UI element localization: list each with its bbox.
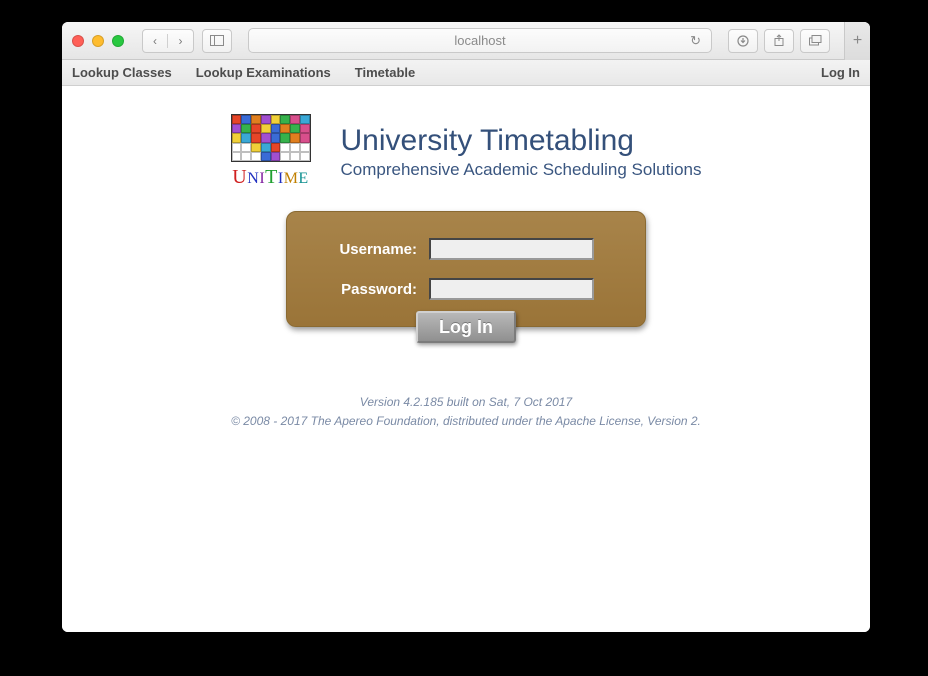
menu-timetable[interactable]: Timetable	[355, 65, 415, 80]
page-footer: Version 4.2.185 built on Sat, 7 Oct 2017…	[231, 393, 701, 431]
password-input[interactable]	[429, 278, 594, 300]
page-titles: University Timetabling Comprehensive Aca…	[341, 124, 702, 180]
logo-wordmark: UNITIME	[232, 166, 308, 189]
login-box-wrap: Username: Password: Log In	[286, 211, 646, 343]
login-submit-button[interactable]: Log In	[416, 311, 516, 343]
login-box: Username: Password:	[286, 211, 646, 327]
window-controls	[72, 35, 124, 47]
downloads-button[interactable]	[728, 29, 758, 53]
password-label: Password:	[307, 281, 417, 298]
username-row: Username:	[307, 238, 625, 260]
new-tab-button[interactable]: +	[844, 22, 870, 60]
browser-titlebar: ‹ › localhost ↻ +	[62, 22, 870, 60]
address-bar[interactable]: localhost ↻	[248, 28, 712, 53]
logo-grid-icon	[231, 114, 311, 162]
browser-window: ‹ › localhost ↻ + Lookup Classes Lookup …	[62, 22, 870, 632]
username-label: Username:	[307, 241, 417, 258]
menu-login[interactable]: Log In	[821, 65, 860, 80]
minimize-window-button[interactable]	[92, 35, 104, 47]
page-subtitle: Comprehensive Academic Scheduling Soluti…	[341, 160, 702, 180]
footer-version: Version 4.2.185 built on Sat, 7 Oct 2017	[231, 393, 701, 412]
nav-back-forward[interactable]: ‹ ›	[142, 29, 194, 53]
toolbar-right	[728, 29, 830, 53]
footer-copyright: © 2008 - 2017 The Apereo Foundation, dis…	[231, 412, 701, 431]
tabs-button[interactable]	[800, 29, 830, 53]
close-window-button[interactable]	[72, 35, 84, 47]
address-text: localhost	[454, 33, 505, 48]
username-input[interactable]	[429, 238, 594, 260]
zoom-window-button[interactable]	[112, 35, 124, 47]
page-title: University Timetabling	[341, 124, 702, 158]
share-button[interactable]	[764, 29, 794, 53]
reload-icon[interactable]: ↻	[690, 33, 701, 49]
page-header: UNITIME University Timetabling Comprehen…	[231, 114, 702, 189]
logo: UNITIME	[231, 114, 311, 189]
forward-icon[interactable]: ›	[168, 34, 193, 48]
menu-lookup-examinations[interactable]: Lookup Examinations	[196, 65, 331, 80]
menu-lookup-classes[interactable]: Lookup Classes	[72, 65, 172, 80]
app-menubar: Lookup Classes Lookup Examinations Timet…	[62, 60, 870, 86]
password-row: Password:	[307, 278, 625, 300]
back-icon[interactable]: ‹	[143, 34, 168, 48]
page-content: UNITIME University Timetabling Comprehen…	[62, 86, 870, 632]
sidebar-toggle-button[interactable]	[202, 29, 232, 53]
